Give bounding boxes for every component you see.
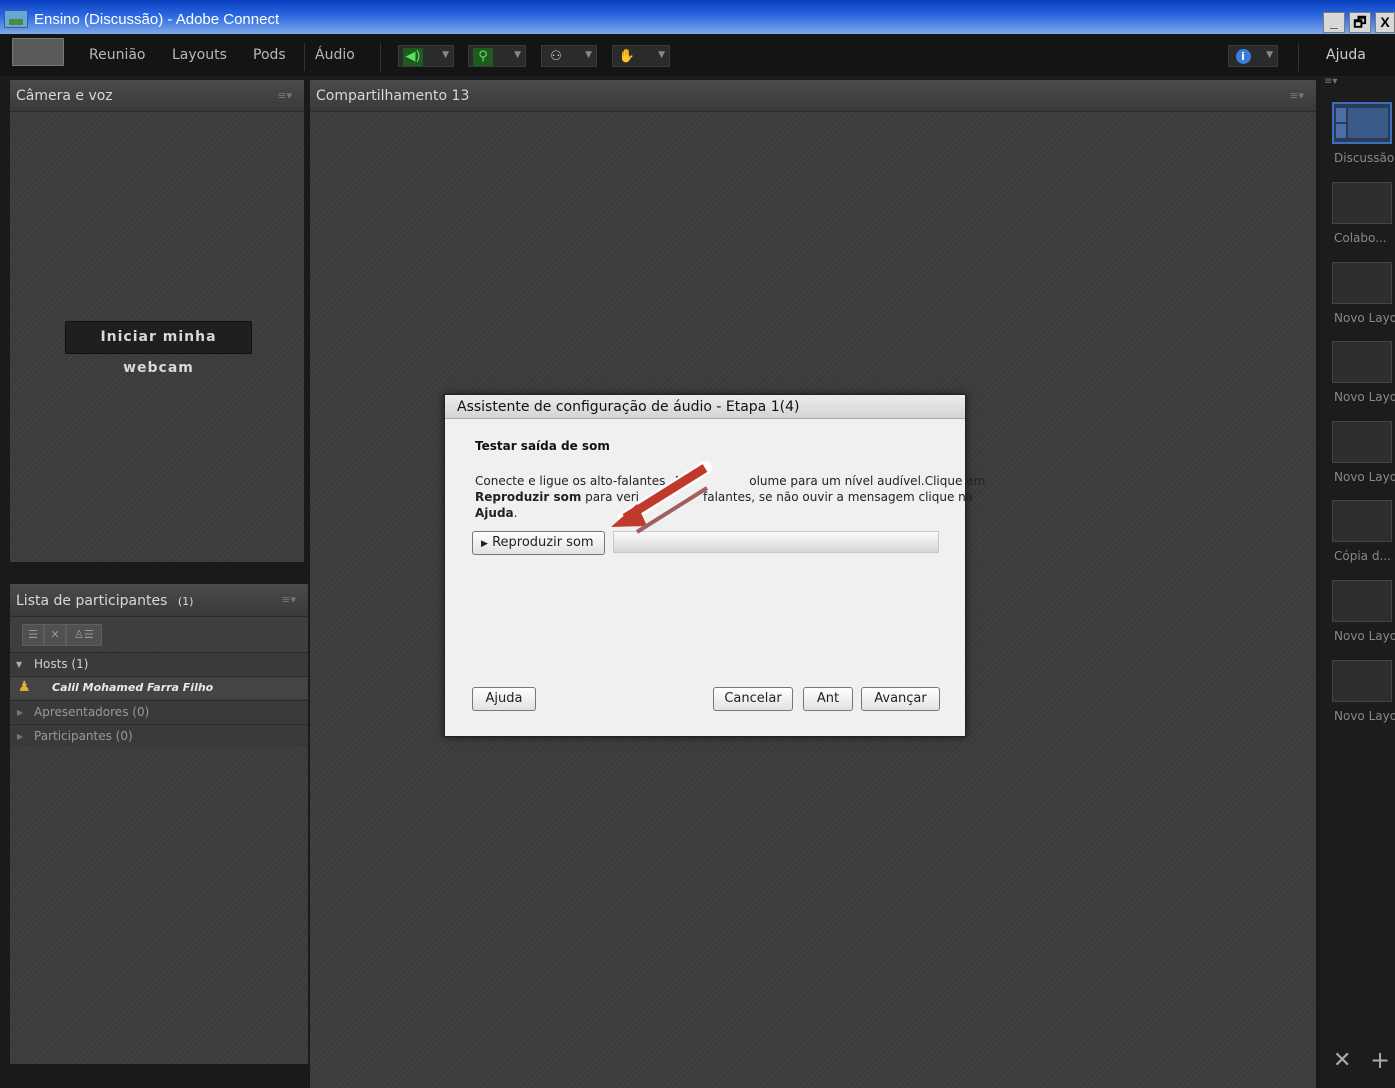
webcam-button[interactable]: ⚇ ▼ [541,45,597,67]
layout-thumb[interactable] [1332,262,1392,304]
menu-bar: Reunião Layouts Pods Áudio ◀) ▼ ⚲ ▼ ⚇ ▼ … [0,34,1395,76]
chevron-down-icon: ▼ [1266,50,1273,60]
share-pod-header: Compartilhamento 13 ≡▾ [310,80,1316,112]
attendee-view-icon[interactable]: ♙☰ [66,624,102,646]
menu-pods[interactable]: Pods [253,47,286,63]
chevron-down-icon: ▼ [514,50,521,60]
layout-thumb[interactable] [1332,182,1392,224]
group-presenters[interactable]: ▶ Apresentadores (0) [10,700,308,723]
tools-icon[interactable]: ✕ [1333,1048,1351,1073]
meeting-logo [12,38,64,66]
layout-label[interactable]: Novo Layo [1334,311,1395,325]
fullscreen-view-icon[interactable]: ✕ [44,624,66,646]
dialog-title: Assistente de configuração de áudio - Et… [457,399,800,415]
layout-label[interactable]: Novo Layo [1334,390,1395,404]
menu-separator [304,43,305,71]
microphone-muted-icon: ⚲ [473,48,493,66]
participant-name: Calil Mohamed Farra Filho [52,681,214,694]
group-hosts-label: Hosts (1) [34,657,89,671]
group-participants[interactable]: ▶ Participantes (0) [10,724,308,747]
minimize-button[interactable]: _ [1323,12,1345,33]
chevron-down-icon: ▼ [442,50,449,60]
layout-label[interactable]: Discussão [1334,151,1394,165]
layout-label[interactable]: Colabo... [1334,231,1387,245]
host-avatar-icon: ♟ [18,679,31,695]
chevron-down-icon: ▼ [585,50,592,60]
layout-thumb[interactable] [1332,341,1392,383]
expanded-triangle-icon: ▼ [16,660,23,669]
layout-label[interactable]: Cópia d... [1334,549,1391,563]
participant-row[interactable]: ♟ Calil Mohamed Farra Filho [10,676,308,699]
camera-pod-header: Câmera e voz ≡▾ [10,80,304,112]
participants-pod-header: Lista de participantes (1) ≡▾ [10,584,308,617]
camera-pod-title: Câmera e voz [16,88,113,104]
collapsed-triangle-icon: ▶ [17,708,24,717]
info-button[interactable]: i ▼ [1228,45,1278,67]
participants-count: (1) [177,595,194,608]
pointer-arrow [611,461,712,534]
back-button[interactable]: Ant [803,687,853,711]
speaker-button[interactable]: ◀) ▼ [398,45,454,67]
raise-hand-icon: ✋ [618,49,636,64]
webcam-icon: ⚇ [550,49,562,64]
instruction-text: . [513,506,518,520]
layout-label[interactable]: Novo Layo [1334,470,1395,484]
window-title: Ensino (Discussão) - Adobe Connect [34,11,280,28]
group-hosts[interactable]: ▼ Hosts (1) [10,652,308,675]
raise-hand-button[interactable]: ✋ ▼ [612,45,670,67]
layout-thumb[interactable] [1332,660,1392,702]
menu-layouts[interactable]: Layouts [172,47,227,63]
instruction-bold: Reproduzir som [475,490,582,504]
pod-menu-icon[interactable]: ≡▾ [1289,89,1304,102]
window-title-bar: Ensino (Discussão) - Adobe Connect _ 🗗 X [0,0,1395,34]
instruction-bold: Ajuda [475,506,514,520]
play-sound-label: Reproduzir som [492,535,594,550]
layouts-menu-icon[interactable]: ≡▾ [1324,76,1337,87]
layout-label[interactable]: Novo Layo [1334,629,1395,643]
chevron-down-icon: ▼ [658,50,665,60]
layout-label[interactable]: Novo Layo [1334,709,1395,723]
pod-menu-icon[interactable]: ≡▾ [281,593,296,606]
pod-menu-icon[interactable]: ≡▾ [277,89,292,102]
play-sound-button[interactable]: ▶ Reproduzir som [472,531,605,555]
add-layout-icon[interactable]: + [1370,1046,1390,1074]
instruction-text: falantes, se não ouvir a mensagem clique… [703,490,974,504]
microphone-button[interactable]: ⚲ ▼ [468,45,526,67]
participants-pod-title: Lista de participantes [16,593,168,609]
share-pod-title: Compartilhamento 13 [316,88,470,104]
info-icon: i [1235,49,1251,64]
menu-audio[interactable]: Áudio [315,47,355,63]
cancel-button[interactable]: Cancelar [713,687,793,711]
close-button[interactable]: X [1375,12,1395,33]
menu-reuniao[interactable]: Reunião [89,47,146,63]
play-icon: ▶ [481,539,488,549]
dialog-heading: Testar saída de som [475,439,610,453]
app-icon [4,10,28,28]
layout-thumb[interactable] [1332,580,1392,622]
help-button[interactable]: Ajuda [472,687,536,711]
speaker-icon: ◀) [403,48,423,66]
next-button[interactable]: Avançar [861,687,940,711]
menu-separator [380,43,381,71]
collapsed-triangle-icon: ▶ [17,732,24,741]
menu-ajuda[interactable]: Ajuda [1326,47,1366,63]
instruction-text: olume para um nível audível.Clique em [749,474,986,488]
audio-setup-dialog: Assistente de configuração de áudio - Et… [444,394,985,737]
group-presenters-label: Apresentadores (0) [34,705,150,719]
layout-thumb-discussao[interactable] [1332,102,1392,144]
group-participants-label: Participantes (0) [34,729,133,743]
dialog-title-bar: Assistente de configuração de áudio - Et… [445,395,965,419]
layout-thumb[interactable] [1332,421,1392,463]
layout-thumb[interactable] [1332,500,1392,542]
start-webcam-button[interactable]: Iniciar minha webcam [65,321,252,376]
list-view-icon[interactable]: ☰ [22,624,44,646]
menu-separator [1298,43,1299,71]
restore-button[interactable]: 🗗 [1349,12,1371,33]
